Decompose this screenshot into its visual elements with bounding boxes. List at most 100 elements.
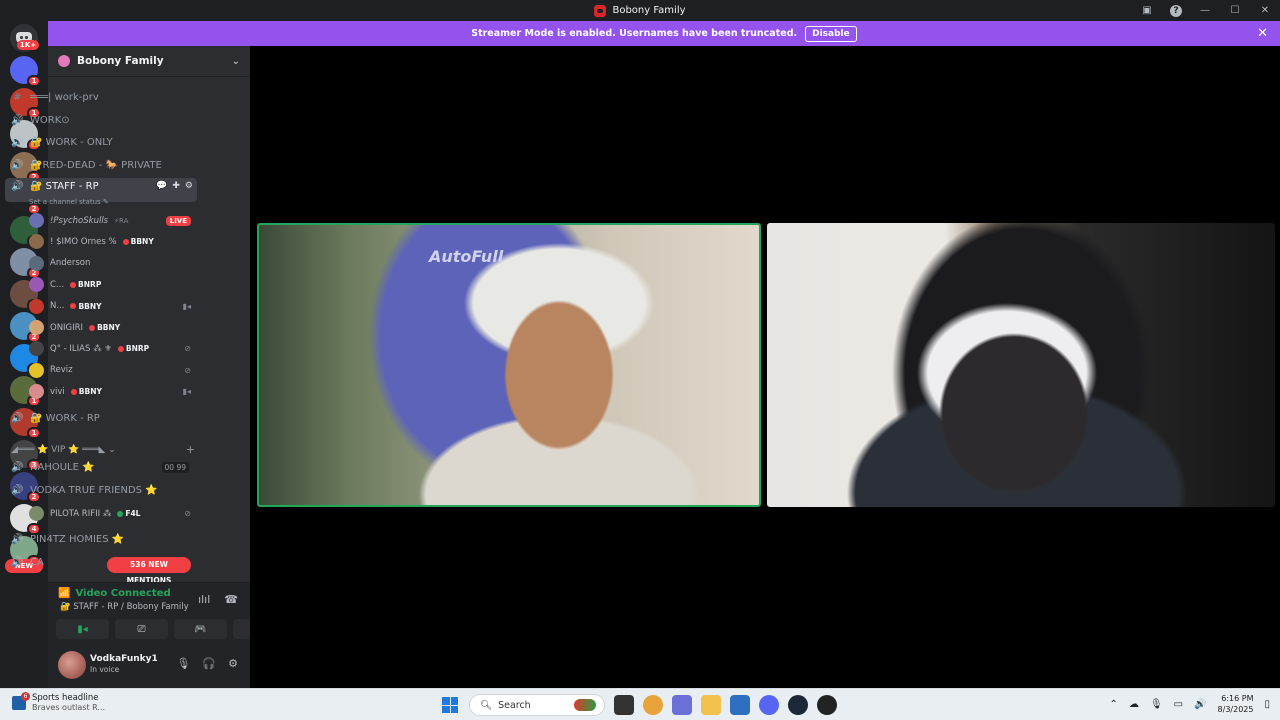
- voice-user[interactable]: vivi BBNY ▮◂: [29, 382, 191, 401]
- windows-taskbar: 6 Sports headline Braves outlast R... 🔍︎…: [0, 688, 1280, 720]
- avatar: [29, 255, 44, 271]
- avatar: [29, 320, 44, 335]
- channel-vodka-true-friends[interactable]: 🔊 VODKA TRUE FRIENDS ⭐: [5, 480, 197, 500]
- voice-channel-icon: 🔊: [11, 412, 24, 424]
- server-badge: 1: [27, 427, 41, 439]
- voice-user[interactable]: ! $IMO Ornes % BBNY: [29, 232, 191, 251]
- discord-icon[interactable]: [759, 695, 779, 715]
- help-icon[interactable]: ?: [1170, 4, 1182, 17]
- channel-work-prv[interactable]: # ═══| work-prv: [5, 87, 197, 107]
- notification-icon[interactable]: ▯: [1264, 699, 1270, 710]
- cloud-icon[interactable]: ☁: [1129, 699, 1139, 710]
- voice-channel-icon: 🔊: [11, 484, 24, 496]
- search-icon: 🔍︎: [480, 699, 493, 711]
- user-panel: VodkaFunky1 In voice 🎙 🎧 ⚙: [48, 644, 250, 688]
- volume-icon[interactable]: 🔊: [1194, 699, 1206, 710]
- voice-user[interactable]: C... BNRP: [29, 275, 191, 294]
- chair-logo-text: AutoFull: [429, 247, 504, 266]
- username[interactable]: VodkaFunky1: [90, 654, 158, 664]
- steam-icon[interactable]: [788, 695, 808, 715]
- voice-channel-icon: 🔊: [11, 181, 24, 192]
- activity-button[interactable]: 🎮: [174, 619, 227, 639]
- chat-icon[interactable]: 💬: [156, 181, 167, 191]
- clock[interactable]: 6:16 PM 8/3/2025: [1218, 693, 1254, 715]
- video-tile[interactable]: [767, 223, 1275, 507]
- news-widget[interactable]: 6 Sports headline Braves outlast R...: [12, 691, 105, 712]
- user-status-icon: ⊘: [184, 344, 191, 354]
- channel-work-only[interactable]: 🔊 🔐 WORK - ONLY: [5, 132, 197, 152]
- headphones-icon[interactable]: 🎧: [202, 657, 216, 670]
- channel-nahoule[interactable]: 🔊 NAHOULE ⭐ 00 99: [5, 457, 197, 477]
- chrome-icon[interactable]: [643, 695, 663, 715]
- voice-user[interactable]: Reviz ⊘: [29, 361, 191, 380]
- start-button[interactable]: [442, 697, 458, 713]
- server-header[interactable]: Bobony Family ⌄: [48, 46, 250, 77]
- close-banner-icon[interactable]: ✕: [1257, 26, 1268, 41]
- signal-icon: 📶: [58, 588, 71, 599]
- user-status-icon: ⊘: [184, 365, 191, 375]
- voice-channel-icon: 🔊: [11, 461, 24, 473]
- channel-red-dead[interactable]: 🔊 🔐RED-DEAD - 🐎 PRIVATE: [5, 155, 197, 175]
- gear-icon[interactable]: ⚙: [228, 657, 238, 670]
- camera-button[interactable]: ▮◂: [56, 619, 109, 639]
- channel-work-rp[interactable]: 🔊 🔐 WORK - RP: [5, 408, 197, 428]
- channel-counter: 00 99: [161, 461, 189, 473]
- channel-work[interactable]: 🔊 WORK⊙: [5, 110, 197, 130]
- server-icon-1[interactable]: 1: [10, 56, 41, 87]
- voice-channel-path[interactable]: 🔐 STAFF - RP / Bobony Family: [60, 602, 189, 612]
- chevron-up-icon[interactable]: ⌃: [1110, 699, 1118, 710]
- voice-user[interactable]: Q° - ILIAS ⁂ ⚜ BNRP ⊘: [29, 339, 191, 358]
- gear-icon[interactable]: ⚙: [185, 181, 193, 191]
- voice-status[interactable]: Video Connected: [75, 588, 170, 599]
- minimize-button[interactable]: —: [1198, 4, 1212, 18]
- voice-channel-icon: 🔊: [11, 556, 24, 568]
- voice-channel-icon: 🔊: [11, 159, 24, 171]
- disconnect-icon[interactable]: ☎: [224, 593, 238, 606]
- voice-user[interactable]: Anderson: [29, 254, 191, 273]
- user-status: In voice: [90, 665, 120, 674]
- app-icon[interactable]: [817, 695, 837, 715]
- noise-suppression-icon[interactable]: ılıl: [198, 593, 210, 606]
- channel-status[interactable]: Set a channel status ✎: [29, 198, 109, 206]
- taskbar-search[interactable]: 🔍︎ Search: [469, 694, 605, 716]
- display-icon[interactable]: ▭: [1174, 699, 1183, 710]
- task-view-icon[interactable]: [614, 695, 634, 715]
- avatar[interactable]: [58, 651, 86, 679]
- disable-streamer-mode-button[interactable]: Disable: [805, 25, 857, 42]
- channel-pin4tz-homies[interactable]: 🔊 PIN4TZ HOMIES ⭐: [5, 529, 197, 549]
- inbox-icon[interactable]: ▣: [1140, 4, 1154, 18]
- avatar: [29, 234, 44, 250]
- voice-channel-icon: 🔊: [11, 533, 24, 545]
- close-window-button[interactable]: ✕: [1258, 4, 1272, 18]
- server-name: Bobony Family: [77, 55, 164, 67]
- file-explorer-icon[interactable]: [701, 695, 721, 715]
- category-vip[interactable]: ◢═══ ⭐ VIP ⭐ ═══◣ ⌄ +: [11, 443, 195, 456]
- avatar: [29, 506, 44, 521]
- video-tile-speaking[interactable]: AutoFull: [257, 223, 761, 507]
- add-channel-icon[interactable]: +: [186, 443, 195, 456]
- user-status-icon: ▮◂: [182, 387, 191, 397]
- voice-user-pilota[interactable]: PILOTA RIFII ⁂ F4L ⊘: [29, 504, 191, 523]
- text-channel-icon: #: [13, 91, 22, 103]
- invite-icon[interactable]: ✚: [172, 181, 180, 191]
- user-status-icon: ▮◂: [182, 301, 191, 311]
- maximize-button[interactable]: ☐: [1228, 4, 1242, 18]
- copilot-icon[interactable]: [672, 695, 692, 715]
- window-title: Bobony Family: [594, 4, 686, 17]
- store-icon[interactable]: [730, 695, 750, 715]
- microphone-icon[interactable]: 🎙: [176, 657, 190, 670]
- voice-user[interactable]: !PsychoSkulls ⚡RA LIVE: [29, 211, 191, 230]
- video-stage: AutoFull: [250, 46, 1280, 688]
- screen-share-button[interactable]: ⎚: [115, 619, 168, 639]
- system-tray: ⌃ ☁ 🎙 ▭ 🔊 6:16 PM 8/3/2025 ▯: [1110, 693, 1270, 715]
- dm-badge: 1K+: [17, 40, 39, 50]
- live-badge: LIVE: [165, 215, 191, 226]
- title-bar: Bobony Family ▣ ? — ☐ ✕: [0, 0, 1280, 21]
- avatar: [29, 341, 44, 357]
- voice-user[interactable]: N... BBNY ▮◂: [29, 297, 191, 316]
- new-mentions-pill[interactable]: 536 NEW MENTIONS: [107, 557, 191, 585]
- avatar: [29, 277, 44, 293]
- microphone-icon[interactable]: 🎙: [1150, 699, 1163, 710]
- voice-channel-icon: 🔊: [11, 114, 24, 126]
- voice-user[interactable]: ONIGIRI BBNY: [29, 318, 191, 337]
